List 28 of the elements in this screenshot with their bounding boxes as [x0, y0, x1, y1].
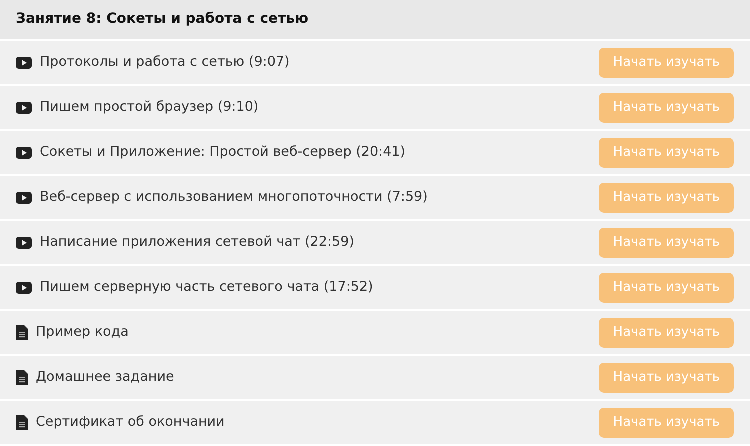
document-icon [16, 415, 28, 430]
lesson-title: Протоколы и работа с сетью (9:07) [40, 53, 290, 72]
play-icon [16, 236, 32, 248]
play-icon [16, 192, 32, 204]
play-icon [16, 56, 32, 68]
start-button[interactable]: Начать изучать [599, 92, 734, 122]
section-title: Занятие 8: Сокеты и работа с сетью [16, 10, 309, 29]
start-button[interactable]: Начать изучать [599, 182, 734, 212]
lesson-title: Сертификат об окончании [36, 413, 225, 432]
start-button[interactable]: Начать изучать [599, 272, 734, 302]
play-icon [16, 102, 32, 114]
lesson-title: Веб-сервер с использованием многопоточности (7:59) [40, 188, 428, 208]
lesson-title: Сокеты и Приложение: Простой веб-сервер (20:41) [40, 143, 406, 162]
start-button[interactable]: Начать изучать [599, 138, 734, 168]
play-icon [16, 146, 32, 158]
document-icon [16, 325, 28, 340]
lesson-title: Пишем простой браузер (9:10) [40, 98, 259, 118]
lesson-title: Написание приложения сетевой чат (22:59) [40, 233, 354, 252]
lesson-title: Пример кода [36, 323, 129, 342]
start-button[interactable]: Начать изучать [599, 48, 734, 78]
start-button[interactable]: Начать изучать [599, 362, 734, 392]
start-button[interactable]: Начать изучать [599, 228, 734, 258]
play-icon [16, 282, 32, 294]
start-button[interactable]: Начать изучать [599, 408, 734, 438]
lesson-title: Пишем серверную часть сетевого чата (17:52) [40, 278, 374, 298]
start-button[interactable]: Начать изучать [599, 318, 734, 348]
lesson-title: Домашнее задание [36, 368, 174, 388]
document-icon [16, 370, 28, 385]
